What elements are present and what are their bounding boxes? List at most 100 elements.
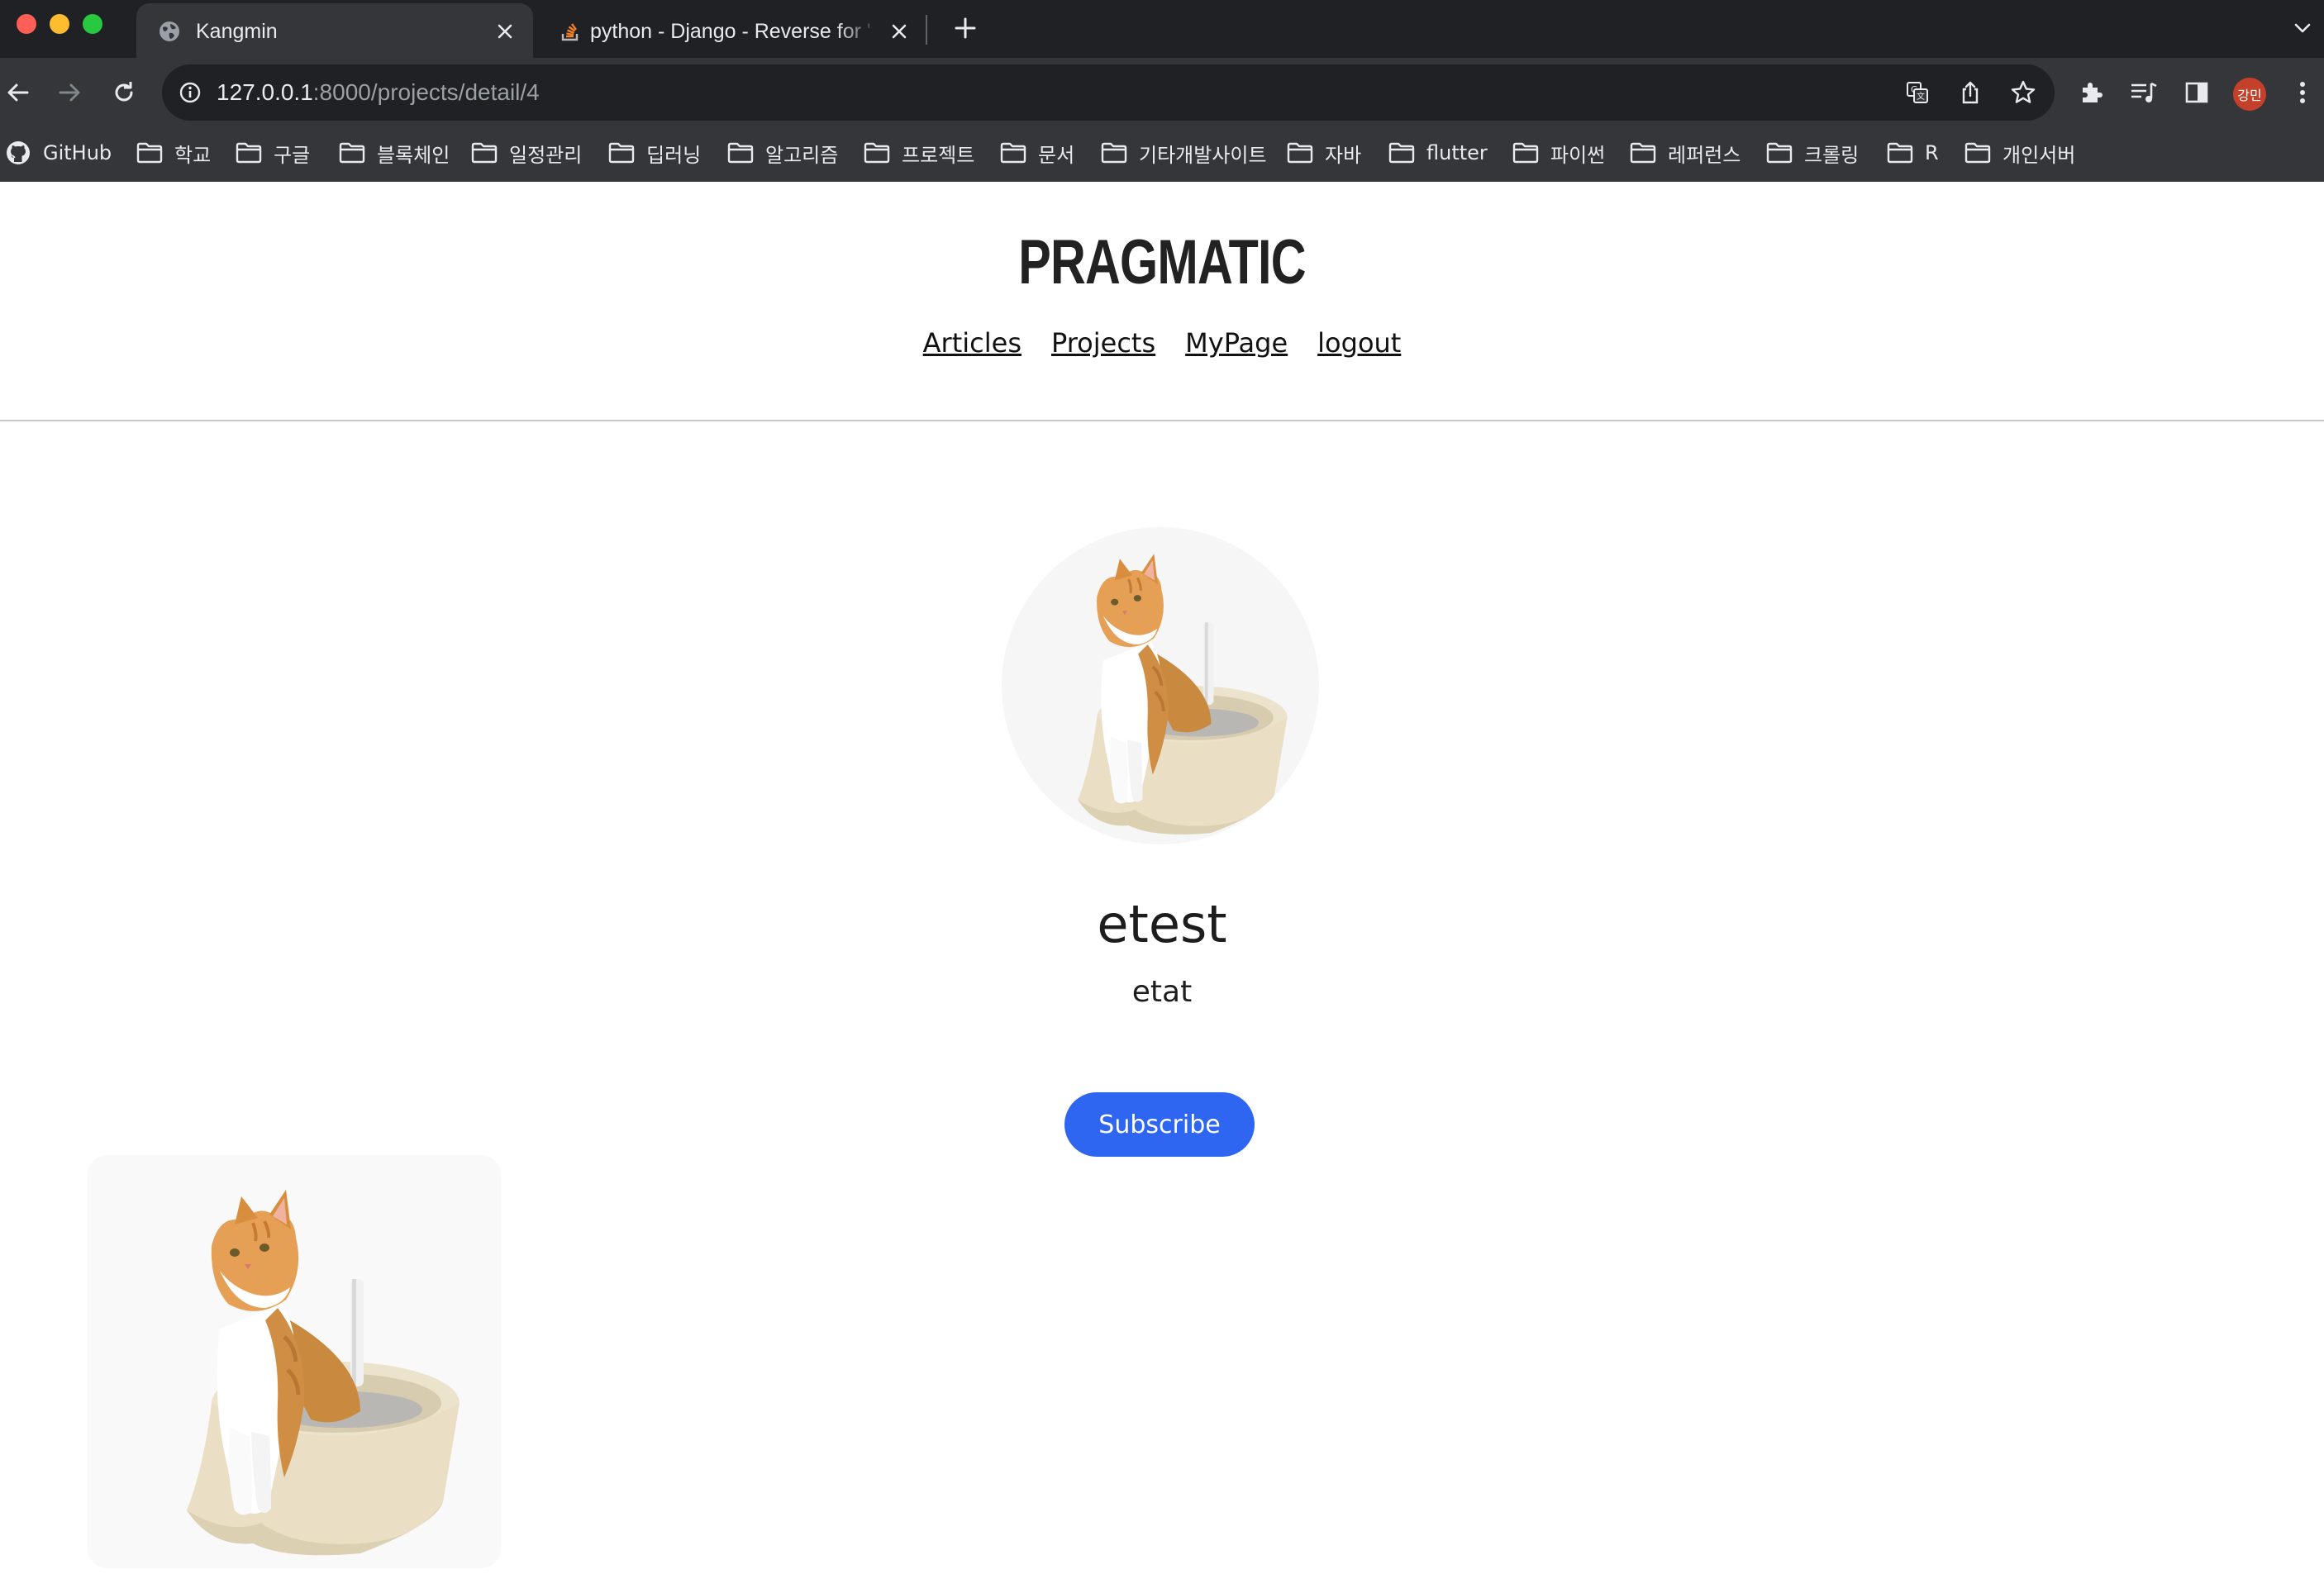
header-divider (0, 420, 2324, 421)
folder-icon (1964, 142, 2003, 164)
media-control-button[interactable] (2126, 74, 2162, 111)
window-zoom-button[interactable] (83, 14, 102, 34)
folder-icon (1512, 142, 1550, 164)
article-card[interactable] (88, 1155, 501, 1568)
side-panel-icon (2185, 82, 2208, 103)
extensions-button[interactable] (2073, 74, 2109, 111)
plus-icon (955, 17, 976, 39)
bookmark-item[interactable]: 개인서버 (1964, 136, 2075, 170)
reload-button[interactable] (106, 74, 142, 111)
folder-icon (1388, 142, 1426, 164)
bookmark-label: GitHub (43, 141, 112, 164)
bookmark-item[interactable]: 알고리즘 (727, 136, 838, 170)
bookmark-item[interactable]: 일정관리 (471, 136, 582, 170)
folder-icon (1287, 142, 1325, 164)
browser-chrome: Kangmin python - Django - Reverse for ' (0, 0, 2324, 182)
bookmark-item[interactable]: flutter (1388, 136, 1488, 170)
address-bar[interactable]: 127.0.0.1:8000/projects/detail/4 G文 (162, 64, 2055, 121)
bookmark-label: 블록체인 (377, 143, 450, 167)
bookmark-label: R (1925, 141, 1939, 164)
project-description: etat (1131, 975, 1193, 1009)
bookmark-label: 딥러닝 (646, 143, 702, 167)
url-path: :8000/projects/detail/4 (312, 79, 540, 105)
playlist-icon (2131, 82, 2157, 102)
tab-search-button[interactable] (2289, 15, 2316, 41)
puzzle-icon (2083, 83, 2103, 102)
project-image (1002, 527, 1319, 844)
github-icon (5, 140, 43, 166)
chevron-down-icon (2294, 23, 2311, 33)
bookmark-item[interactable]: 딥러닝 (608, 136, 701, 170)
bookmark-label: 자바 (1325, 143, 1362, 167)
bookmark-item[interactable]: 블록체인 (339, 136, 450, 170)
url-text[interactable]: 127.0.0.1:8000/projects/detail/4 (217, 79, 540, 106)
bookmark-item[interactable]: 레퍼런스 (1630, 136, 1741, 170)
folder-icon (339, 142, 377, 164)
bookmark-star-icon[interactable] (2008, 78, 2038, 107)
bookmark-label: 개인서버 (2003, 143, 2076, 167)
stackoverflow-icon (561, 23, 579, 41)
tab-title: python - Django - Reverse for ' (590, 20, 871, 43)
folder-icon (608, 142, 646, 164)
side-panel-button[interactable] (2179, 74, 2215, 111)
tab-stackoverflow[interactable]: python - Django - Reverse for ' (537, 3, 926, 58)
bookmark-item[interactable]: 프로젝트 (864, 136, 974, 170)
bookmark-label: 학교 (174, 143, 212, 167)
bookmark-item[interactable]: 학교 (136, 136, 211, 170)
folder-icon (471, 142, 509, 164)
folder-icon (1101, 142, 1139, 164)
bookmark-label: 레퍼런스 (1668, 143, 1741, 167)
tab-kangmin[interactable]: Kangmin (136, 3, 533, 58)
kebab-menu-icon (2300, 82, 2305, 103)
reload-icon (115, 82, 133, 102)
bookmark-label: flutter (1426, 141, 1488, 164)
bookmark-item[interactable]: R (1887, 136, 1939, 170)
forward-button[interactable] (51, 74, 88, 111)
bookmark-label: 프로젝트 (902, 143, 975, 167)
bookmark-label: 크롤링 (1804, 143, 1860, 167)
folder-icon (727, 142, 765, 164)
folder-icon (1630, 142, 1668, 164)
globe-icon (160, 21, 179, 41)
bookmark-label: 일정관리 (509, 143, 583, 167)
bookmark-item[interactable]: 파이썬 (1512, 136, 1605, 170)
bookmark-item[interactable]: 기타개발사이트 (1101, 136, 1267, 170)
back-button[interactable] (0, 74, 36, 111)
translate-icon[interactable]: G文 (1903, 78, 1932, 107)
bookmark-label: 문서 (1038, 143, 1075, 167)
browser-toolbar: 127.0.0.1:8000/projects/detail/4 G文 강민 (0, 58, 2324, 127)
tab-close-icon[interactable] (886, 18, 912, 45)
bookmark-item[interactable]: GitHub (5, 136, 112, 170)
info-icon[interactable] (179, 81, 202, 104)
tab-separator (926, 15, 927, 45)
project-title: etest (1097, 894, 1227, 954)
window-close-button[interactable] (17, 14, 36, 34)
bookmark-item[interactable]: 크롤링 (1766, 136, 1859, 170)
bookmark-label: 구글 (274, 143, 311, 167)
bookmark-item[interactable]: 문서 (1000, 136, 1074, 170)
nav-link-logout[interactable]: logout (1317, 327, 1401, 359)
nav-link-projects[interactable]: Projects (1051, 327, 1155, 359)
profile-avatar[interactable]: 강민 (2233, 78, 2266, 111)
tab-close-icon[interactable] (492, 18, 518, 45)
browser-menu-button[interactable] (2284, 74, 2321, 111)
folder-icon (136, 142, 174, 164)
nav-link-mypage[interactable]: MyPage (1185, 327, 1288, 359)
bookmarks-bar: GitHub 학교 구글 블록체인 일정관리 딥러닝 알고리즘 프로젝트 문서 기타개발사이트 자바… (0, 127, 2324, 182)
bookmark-item[interactable]: 구글 (236, 136, 310, 170)
site-logo[interactable]: PRAGMATIC (255, 226, 2068, 298)
bookmark-label: 파이썬 (1550, 143, 1606, 167)
tab-title: Kangmin (196, 20, 278, 43)
share-icon[interactable] (1955, 78, 1985, 107)
tab-strip: Kangmin python - Django - Reverse for ' (0, 0, 2324, 58)
new-tab-button[interactable] (949, 12, 982, 45)
folder-icon (1766, 142, 1804, 164)
window-minimize-button[interactable] (50, 14, 69, 34)
bookmark-label: 기타개발사이트 (1139, 143, 1267, 167)
subscribe-button[interactable]: Subscribe (1064, 1092, 1255, 1157)
arrow-left-icon (7, 83, 29, 102)
folder-icon (1887, 142, 1925, 164)
folder-icon (1000, 142, 1038, 164)
nav-link-articles[interactable]: Articles (923, 327, 1022, 359)
bookmark-item[interactable]: 자바 (1287, 136, 1361, 170)
